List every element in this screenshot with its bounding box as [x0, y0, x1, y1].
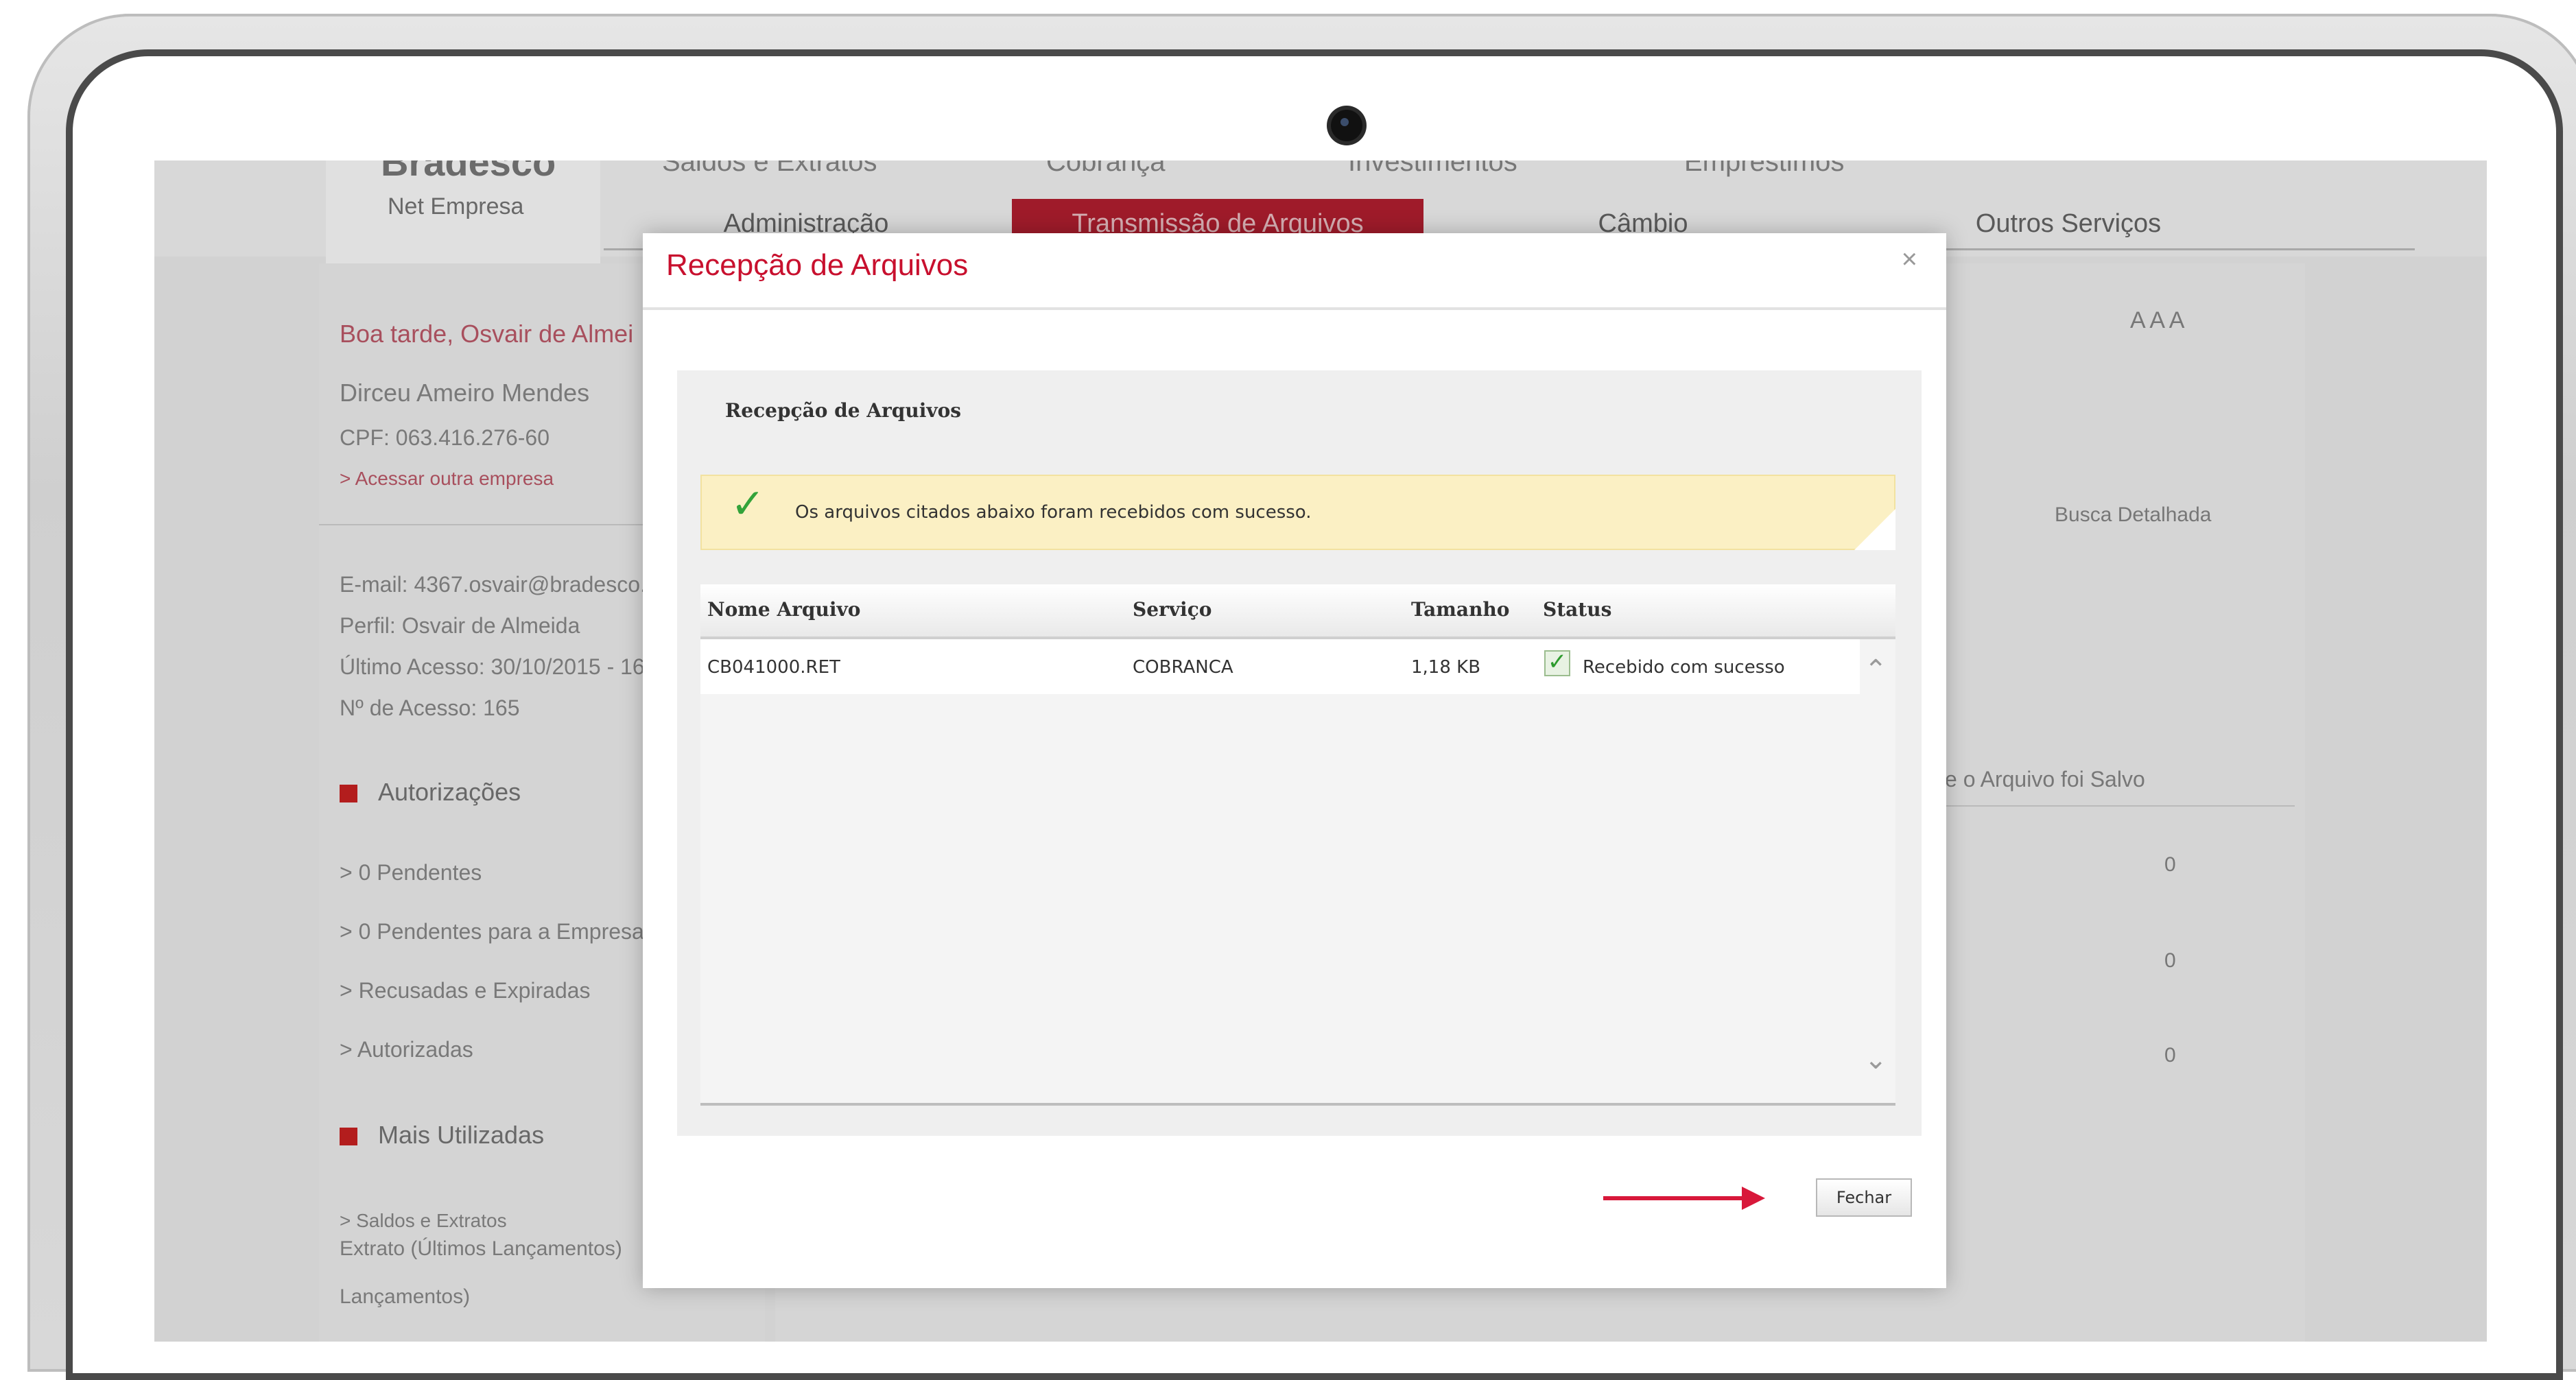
scroll-up-icon[interactable]: ⌃	[1864, 654, 1887, 686]
cell-file-name: CB041000.RET	[707, 657, 840, 678]
screen: Bradesco Net Empresa Saldos e Extratos C…	[154, 160, 2487, 1342]
table-bottom-border	[700, 1103, 1895, 1106]
column-header-service: Serviço	[1133, 598, 1212, 621]
file-reception-dialog: Recepção de Arquivos × Recepção de Arqui…	[643, 233, 1946, 1288]
dialog-title: Recepção de Arquivos	[666, 248, 969, 282]
status-check-icon: ✓	[1544, 650, 1570, 676]
divider	[643, 307, 1946, 310]
table-header: Nome Arquivo Serviço Tamanho Status	[700, 584, 1895, 639]
cell-size: 1,18 KB	[1411, 657, 1481, 678]
success-notice: ✓ Os arquivos citados abaixo foram receb…	[700, 475, 1895, 550]
scroll-down-icon[interactable]: ⌄	[1864, 1044, 1887, 1075]
close-icon[interactable]: ×	[1902, 244, 1917, 275]
cell-status: Recebido com sucesso	[1583, 657, 1785, 678]
table-row[interactable]: CB041000.RET COBRANCA 1,18 KB ✓ Recebido…	[700, 639, 1860, 694]
files-table: Nome Arquivo Serviço Tamanho Status CB04…	[700, 584, 1895, 1106]
close-button[interactable]: Fechar	[1816, 1178, 1912, 1217]
column-header-status: Status	[1543, 598, 1612, 621]
column-header-size: Tamanho	[1411, 598, 1510, 621]
success-message: Os arquivos citados abaixo foram recebid…	[795, 502, 1312, 523]
column-header-file-name: Nome Arquivo	[707, 598, 861, 621]
page-fold-decoration	[1854, 509, 1895, 550]
success-check-icon: ✓	[731, 481, 766, 527]
panel-title: Recepção de Arquivos	[725, 399, 962, 422]
table-body[interactable]: CB041000.RET COBRANCA 1,18 KB ✓ Recebido…	[700, 639, 1895, 1106]
reception-panel: Recepção de Arquivos ✓ Os arquivos citad…	[677, 370, 1922, 1136]
cell-service: COBRANCA	[1133, 657, 1233, 678]
arrow-pointer-icon	[1603, 1187, 1765, 1210]
webcam-icon	[1331, 110, 1362, 141]
